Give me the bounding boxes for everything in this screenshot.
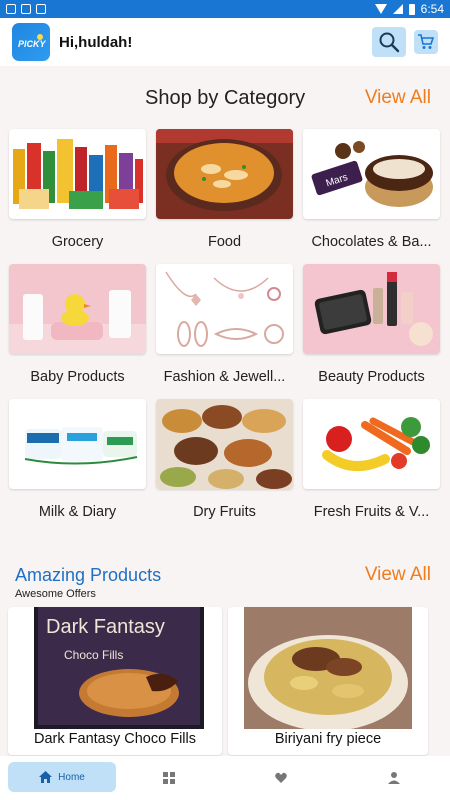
category-tile-dry-fruits[interactable]: Dry Fruits	[156, 399, 293, 520]
category-tile-chocolates[interactable]: Mars Chocolates & Ba...	[303, 129, 440, 250]
category-label: Baby Products	[30, 369, 125, 385]
nav-home[interactable]: Home	[8, 762, 116, 792]
status-bar: 6:54	[0, 0, 450, 18]
category-section-title: Shop by Category	[145, 86, 306, 109]
download-icon	[36, 4, 46, 14]
nav-favorites[interactable]	[225, 756, 338, 800]
category-label: Grocery	[51, 234, 104, 250]
category-label: Chocolates & Ba...	[311, 234, 432, 250]
category-tile-grocery[interactable]: Grocery	[9, 129, 146, 250]
biriyani-image	[244, 607, 412, 729]
category-label: Fresh Fruits & V...	[313, 504, 430, 520]
search-icon	[379, 32, 400, 53]
dry-fruits-image	[156, 399, 293, 489]
cart-button[interactable]	[414, 30, 438, 54]
categories-icon	[162, 772, 175, 784]
products-section-header: Amazing Products View All	[0, 563, 450, 587]
products-section-subtitle: Awesome Offers	[15, 588, 96, 600]
notification-icon	[6, 4, 16, 14]
products-view-all-link[interactable]: View All	[365, 564, 431, 586]
category-label: Beauty Products	[318, 369, 425, 385]
greeting-text: Hi,huldah!	[59, 33, 133, 51]
fashion-jewellery-image	[156, 264, 293, 354]
fresh-fruits-image	[303, 399, 440, 489]
status-time: 6:54	[420, 2, 444, 16]
product-name: Dark Fantasy Choco Fills	[34, 731, 196, 747]
profile-icon	[387, 772, 400, 784]
category-tile-fashion-jewellery[interactable]: Fashion & Jewell...	[156, 264, 293, 385]
beauty-products-image	[303, 264, 440, 354]
box-brand-text: Dark Fantasy	[46, 616, 165, 638]
category-label: Food	[207, 234, 242, 250]
box-sub-text: Choco Fills	[64, 648, 123, 662]
product-card-dark-fantasy[interactable]: Dark Fantasy Choco Fills Dark Fantasy Ch…	[8, 607, 222, 755]
bottom-navigation: Home	[0, 756, 450, 800]
svg-text:PICKY: PICKY	[18, 39, 46, 49]
category-section-header: Shop by Category View All	[0, 84, 450, 112]
wifi-icon	[374, 4, 387, 14]
category-view-all-link[interactable]: View All	[365, 87, 431, 109]
heart-icon	[275, 772, 288, 783]
app-header: PICKY Hi,huldah!	[0, 18, 450, 66]
signal-icon	[392, 4, 403, 14]
cart-icon	[418, 34, 435, 49]
category-tile-food[interactable]: Food	[156, 129, 293, 250]
product-card-biriyani[interactable]: Biriyani fry piece	[228, 607, 428, 755]
category-tile-fresh-fruits[interactable]: Fresh Fruits & V...	[303, 399, 440, 520]
gallery-icon	[21, 4, 31, 14]
products-section-title: Amazing Products	[15, 564, 162, 585]
nav-profile[interactable]	[338, 756, 450, 800]
milk-dairy-image	[9, 399, 146, 489]
grocery-image	[9, 129, 146, 219]
dark-fantasy-image: Dark Fantasy Choco Fills	[34, 607, 204, 729]
chocolates-image: Mars	[303, 129, 440, 219]
logo-icon: PICKY	[18, 34, 46, 49]
search-button[interactable]	[372, 27, 406, 57]
battery-icon	[408, 3, 415, 15]
category-label: Dry Fruits	[193, 504, 256, 520]
category-tile-baby-products[interactable]: Baby Products	[9, 264, 146, 385]
home-icon	[39, 771, 53, 783]
app-logo[interactable]: PICKY	[12, 23, 50, 61]
category-label: Fashion & Jewell...	[163, 369, 286, 385]
food-image	[156, 129, 293, 219]
category-label: Milk & Diary	[38, 504, 117, 520]
product-name: Biriyani fry piece	[274, 731, 382, 747]
baby-products-image	[9, 264, 146, 354]
nav-home-label: Home	[58, 771, 85, 783]
nav-categories[interactable]	[113, 756, 226, 800]
category-tile-milk-dairy[interactable]: Milk & Diary	[9, 399, 146, 520]
category-tile-beauty-products[interactable]: Beauty Products	[303, 264, 440, 385]
